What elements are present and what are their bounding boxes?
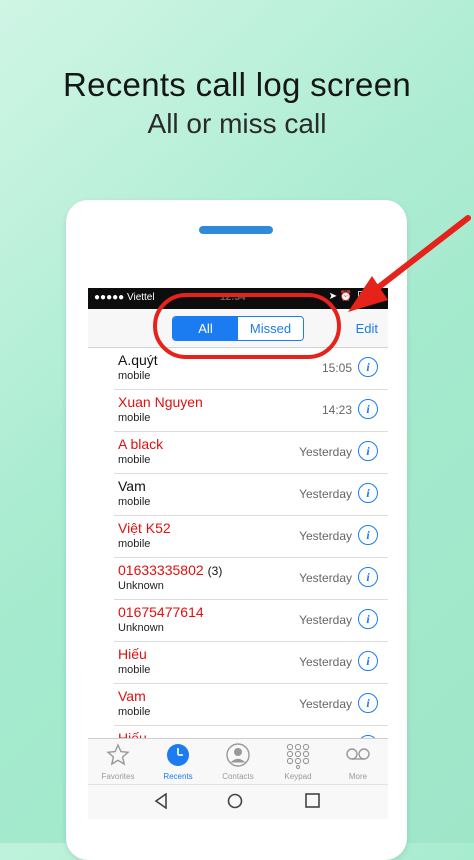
- caller-name: Xuan Nguyen: [118, 394, 203, 410]
- carrier-label: ●●●●● Viettel: [94, 292, 155, 303]
- call-row[interactable]: 01633335802 (3) Unknown Yesterday i: [114, 558, 388, 600]
- caller-name: A.quýt: [118, 352, 158, 368]
- tab-label: More: [348, 772, 368, 781]
- back-icon[interactable]: [154, 793, 168, 809]
- tab-more[interactable]: More: [328, 739, 388, 785]
- recent-apps-icon[interactable]: [305, 793, 320, 808]
- info-icon[interactable]: i: [358, 609, 378, 629]
- promo-subtitle: All or miss call: [147, 108, 327, 139]
- call-time: Yesterday: [299, 697, 352, 711]
- call-row[interactable]: Xuan Nguyen mobile 14:23 i: [114, 390, 388, 432]
- call-time: Yesterday: [299, 529, 352, 543]
- clock-icon: [167, 744, 189, 766]
- annotation-highlight-oval: [153, 293, 341, 359]
- call-type: mobile: [118, 454, 151, 466]
- promo-title: Recents call log screen: [62, 66, 412, 103]
- call-type: mobile: [118, 664, 151, 676]
- info-icon[interactable]: i: [358, 483, 378, 503]
- info-icon[interactable]: i: [358, 525, 378, 545]
- status-icons: ➤ ⏰: [329, 291, 378, 302]
- info-icon[interactable]: i: [358, 399, 378, 419]
- call-time: Yesterday: [299, 487, 352, 501]
- call-row[interactable]: A black mobile Yesterday i: [114, 432, 388, 474]
- caller-name: 01633335802 (3): [118, 562, 223, 578]
- voicemail-icon: [346, 748, 370, 760]
- battery-icon: [358, 291, 378, 302]
- call-type: mobile: [118, 496, 151, 508]
- call-time: 15:05: [321, 361, 352, 375]
- tab-keypad[interactable]: Keypad: [268, 739, 328, 785]
- call-type: Unknown: [118, 622, 164, 634]
- alarm-icon: ⏰: [339, 291, 353, 303]
- call-row[interactable]: Việt K52 mobile Yesterday i: [114, 516, 388, 558]
- caller-name: Vam: [118, 478, 146, 494]
- call-type: mobile: [118, 370, 151, 382]
- call-time: 14:23: [321, 403, 352, 417]
- info-icon[interactable]: i: [358, 693, 378, 713]
- call-time: Yesterday: [299, 571, 352, 585]
- call-row[interactable]: 01675477614 Unknown Yesterday i: [114, 600, 388, 642]
- caller-name: Việt K52: [118, 520, 171, 536]
- tab-label: Contacts: [222, 772, 254, 781]
- info-icon[interactable]: i: [358, 357, 378, 377]
- tab-label: Favorites: [101, 772, 135, 781]
- keypad-icon: [286, 743, 310, 769]
- system-nav-bar: [88, 784, 388, 819]
- call-time: Yesterday: [299, 655, 352, 669]
- tab-recents[interactable]: Recents: [148, 739, 208, 785]
- caller-name: Vam: [118, 688, 146, 704]
- phone-speaker: [199, 226, 273, 234]
- tab-bar: Favorites Recents Contacts Keypad More: [88, 738, 388, 785]
- call-row[interactable]: Vam mobile Yesterday i: [114, 684, 388, 726]
- home-icon[interactable]: [227, 793, 243, 809]
- call-type: mobile: [118, 412, 151, 424]
- call-count: (3): [207, 564, 223, 578]
- info-icon[interactable]: i: [358, 567, 378, 587]
- phone-screen: ●●●●● Viettel 12:34 ➤ ⏰ All Missed Edit …: [88, 288, 388, 819]
- tab-label: Recents: [163, 772, 193, 781]
- call-time: Yesterday: [299, 613, 352, 627]
- call-type: mobile: [118, 538, 151, 550]
- info-icon[interactable]: i: [358, 441, 378, 461]
- person-icon: [226, 743, 250, 767]
- caller-name: Hiếu: [118, 646, 147, 662]
- info-icon[interactable]: i: [358, 651, 378, 671]
- call-time: Yesterday: [299, 445, 352, 459]
- edit-button[interactable]: Edit: [356, 321, 378, 336]
- call-row[interactable]: Hiếu mobile Yesterday i: [114, 642, 388, 684]
- call-type: mobile: [118, 706, 151, 718]
- recents-list: A.quýt mobile 15:05 i Xuan Nguyen mobile 14:23…: [88, 348, 388, 768]
- star-icon: [106, 743, 130, 766]
- call-type: Unknown: [118, 580, 164, 592]
- tab-contacts[interactable]: Contacts: [208, 739, 268, 785]
- tab-label: Keypad: [284, 772, 312, 781]
- caller-name: A black: [118, 436, 164, 452]
- tab-favorites[interactable]: Favorites: [88, 739, 148, 785]
- caller-name: 01675477614: [118, 604, 204, 620]
- call-row[interactable]: Vam mobile Yesterday i: [114, 474, 388, 516]
